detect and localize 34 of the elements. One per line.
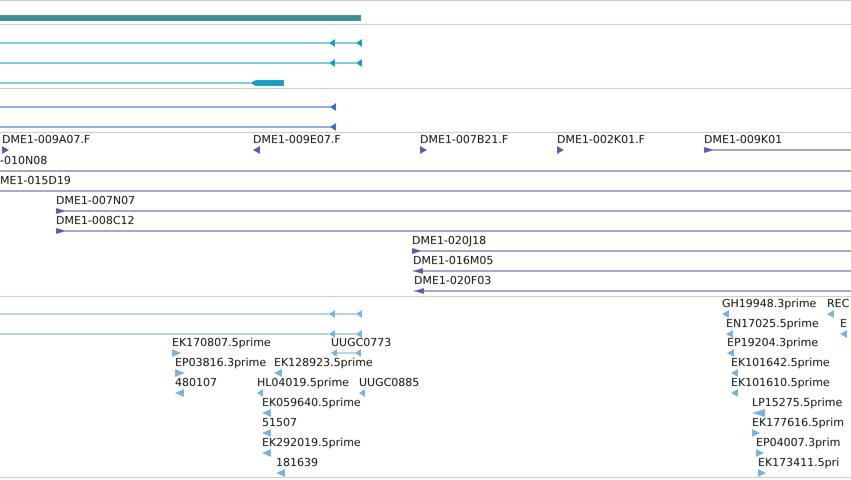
feature-label: EP04007.3prim — [756, 437, 840, 449]
feature-label: DME1-008C12 — [56, 215, 135, 227]
feature-label: UUGC0885 — [359, 377, 420, 389]
feature-label: DME1-020F03 — [414, 275, 492, 287]
feature-label: DME1-020J18 — [412, 235, 486, 247]
feature-label: EN17025.5prime — [726, 318, 819, 330]
feature-label: UUGC0773 — [331, 337, 392, 349]
feature-label: EK128923.5prime — [274, 357, 373, 369]
feature-label: EK170807.5prime — [172, 337, 271, 349]
feature-label: DME1-009E07.F — [253, 134, 341, 146]
feature-label: EK173411.5pri — [758, 457, 840, 469]
feature-label: EP19204.3prime — [727, 337, 818, 349]
feature-label: -010N08 — [0, 155, 48, 167]
feature-label: EK101642.5prime — [731, 357, 830, 369]
feature-label: E — [840, 318, 847, 330]
feature-label: 480107 — [175, 377, 217, 389]
feature-label: GH19948.3prime — [722, 298, 816, 310]
feature-label: HL04019.5prime — [257, 377, 349, 389]
feature-label: 181639 — [276, 457, 318, 469]
feature-label: DME1-009A07.F — [2, 134, 90, 146]
feature-label: EK101610.5prime — [731, 377, 830, 389]
feature-label: DME1-016M05 — [413, 255, 494, 267]
feature-label: EP03816.3prime — [175, 357, 266, 369]
feature-label: DME1-007N07 — [56, 195, 136, 207]
feature-label: DME1-007B21.F — [420, 134, 508, 146]
feature-label: EK059640.5prime — [262, 397, 361, 409]
feature-label: EK292019.5prime — [262, 437, 361, 449]
feature-label: ME1-015D19 — [0, 175, 71, 187]
feature-label: EK177616.5prim — [752, 417, 844, 429]
feature-label: LP15275.5prime — [752, 397, 842, 409]
feature-label: REC — [827, 298, 850, 310]
feature-label: DME1-002K01.F — [557, 134, 645, 146]
feature-label: DME1-009K01 — [704, 134, 782, 146]
feature-label: 51507 — [262, 417, 297, 429]
